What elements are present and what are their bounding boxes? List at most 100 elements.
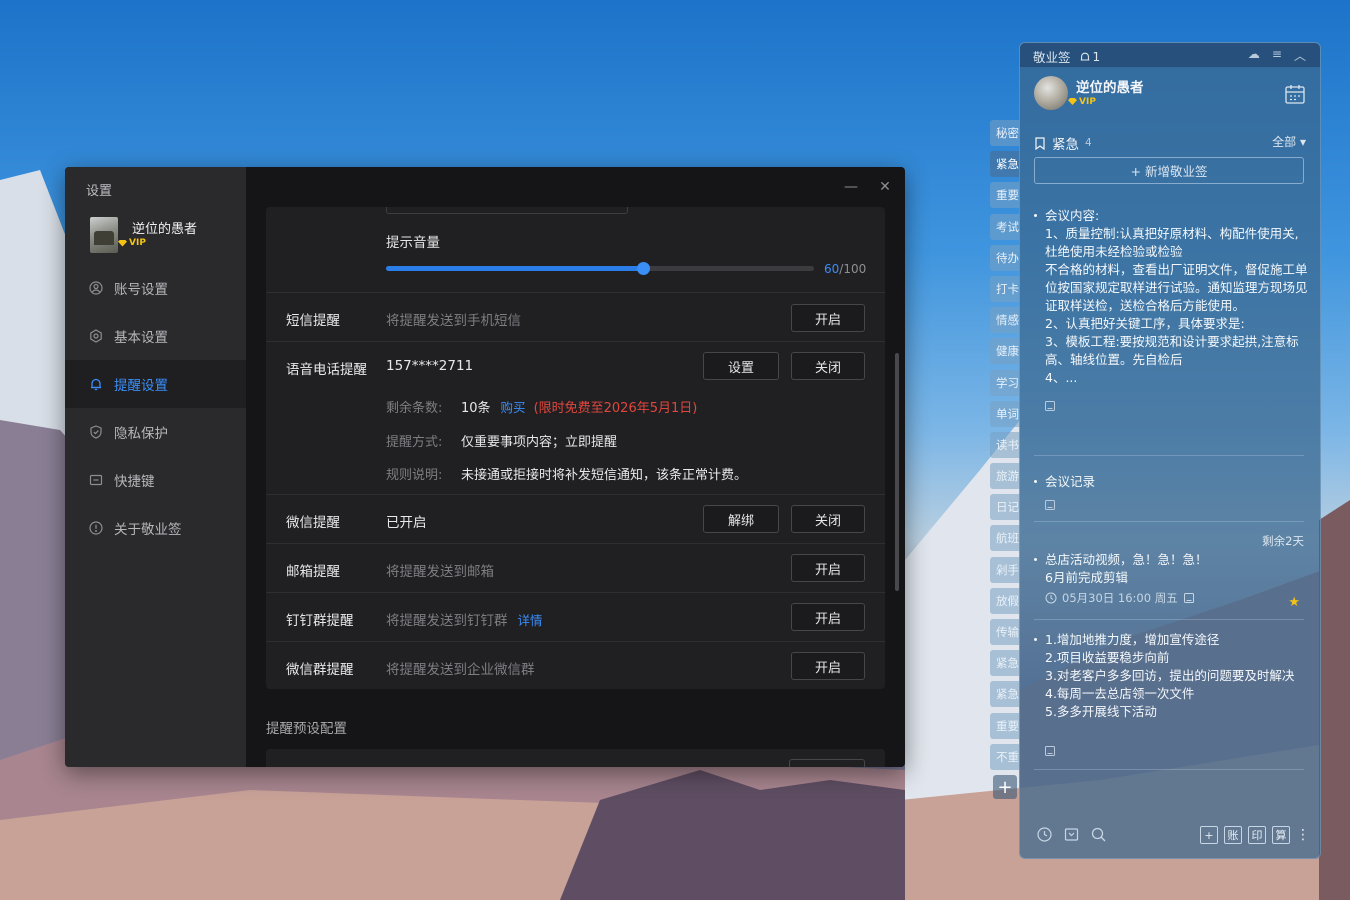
volume-slider-handle[interactable] (636, 262, 650, 275)
cloud-sync-icon[interactable]: ☁ (1248, 47, 1260, 64)
minimize-icon[interactable]: — (843, 179, 859, 195)
category-tab[interactable]: 健康 (990, 338, 1020, 365)
remaining-days: 剩余2天 (1262, 534, 1304, 548)
menu-icon[interactable]: ≡ (1272, 47, 1282, 64)
category-tab[interactable]: 学习 (990, 369, 1020, 396)
category-tab[interactable]: 重要 (990, 182, 1020, 209)
reminder-card: 提示音量 60/100 短信提醒 将提醒发送到手机短信 开启 语音电话提醒 15… (266, 207, 885, 689)
voice-phone: 157****2711 (386, 358, 474, 374)
category-tab[interactable]: 读书 (990, 431, 1020, 458)
category-tab[interactable]: 考试 (990, 213, 1020, 240)
avatar (1034, 76, 1068, 110)
notification-bell[interactable]: 1 (1079, 50, 1100, 64)
category-tab[interactable]: 放假 (990, 587, 1020, 614)
note-item[interactable]: 会议内容: 1、质量控制:认真把好原材料、构配件使用关,杜绝使用未经检验或检验 … (1034, 207, 1310, 433)
widget-user[interactable]: 逆位的愚者 VIP (1034, 76, 1144, 110)
nav-item-about[interactable]: 关于敬业签 (65, 504, 246, 552)
history-icon[interactable] (1036, 826, 1053, 843)
window-controls: — ✕ (843, 179, 893, 195)
category-tab[interactable]: 日记 (990, 494, 1020, 521)
volume-value: 60/100 (824, 262, 867, 276)
more-icon[interactable]: ⋮ (1296, 827, 1310, 843)
volume-slider[interactable] (386, 262, 814, 275)
category-tab[interactable]: 紧急 (990, 151, 1020, 178)
nav-item-reminder[interactable]: 提醒设置 (65, 360, 246, 408)
vip-badge: VIP (118, 238, 197, 248)
sticky-note-widget: 敬业签 1 ☁ ≡ ︿ 逆位的愚者 VIP 紧急 4 全部 ▾ + 新增敬业签 会 (1019, 42, 1321, 859)
category-tab[interactable]: 情感 (990, 307, 1020, 334)
note-item[interactable]: 会议记录 (1034, 473, 1310, 510)
close-icon[interactable]: ✕ (877, 179, 893, 195)
buy-link[interactable]: 购买 (501, 397, 526, 416)
add-category-button[interactable]: + (993, 775, 1017, 799)
wechat-close-button[interactable]: 关闭 (791, 505, 865, 533)
nav-item-account[interactable]: 账号设置 (65, 264, 246, 312)
diamond-icon (1068, 98, 1077, 105)
vip-badge: VIP (1068, 97, 1144, 107)
filter-dropdown[interactable]: 全部 ▾ (1272, 133, 1306, 150)
wecom-row: 微信群提醒 将提醒发送到企业微信群 开启 (266, 641, 885, 689)
search-icon[interactable] (1090, 826, 1107, 843)
wechat-unbind-button[interactable]: 解绑 (703, 505, 779, 533)
sms-desc: 将提醒发送到手机短信 (386, 313, 521, 329)
category-tab[interactable]: 传输 (990, 619, 1020, 645)
category-tab[interactable]: 打卡 (990, 275, 1020, 302)
add-note-button[interactable]: + 新增敬业签 (1034, 157, 1304, 184)
user-profile[interactable]: 逆位的愚者 VIP (90, 217, 197, 253)
dingtalk-details-link[interactable]: 详情 (518, 613, 543, 628)
preset-button[interactable] (789, 759, 865, 767)
sms-label: 短信提醒 (286, 313, 340, 329)
bookmark-icon (1035, 136, 1045, 150)
archive-icon[interactable] (1063, 826, 1080, 843)
scrollbar[interactable] (895, 353, 899, 591)
voice-row: 语音电话提醒 157****2711 设置 关闭 剩余条数: 10条 购买 (限… (266, 341, 885, 495)
email-desc: 将提醒发送到邮箱 (386, 564, 494, 580)
wecom-enable-button[interactable]: 开启 (791, 652, 865, 680)
clock-icon (1045, 592, 1057, 604)
category-tab[interactable]: 剁手 (990, 556, 1020, 583)
nav-item-shortcuts[interactable]: 快捷键 (65, 456, 246, 504)
wecom-label: 微信群提醒 (286, 662, 354, 678)
calendar-icon[interactable] (1284, 83, 1306, 105)
voice-settings-button[interactable]: 设置 (703, 352, 779, 380)
print-tool-button[interactable]: 印 (1248, 826, 1266, 844)
bell-icon (89, 377, 103, 391)
gear-icon (89, 329, 103, 343)
current-category[interactable]: 紧急 4 (1034, 133, 1092, 153)
note-item[interactable]: 总店活动视频，急！急！急！ 6月前完成剪辑 05月30日 16:00 周五 (1034, 551, 1310, 606)
category-tab[interactable]: 紧急 (990, 650, 1020, 677)
collapse-icon[interactable]: ︿ (1294, 47, 1306, 64)
volume-label: 提示音量 (386, 235, 440, 251)
category-tab[interactable]: 旅游 (990, 463, 1020, 490)
username: 逆位的愚者 (1076, 79, 1144, 96)
category-tab[interactable]: 单词 (990, 400, 1020, 427)
category-tab[interactable]: 不重 (990, 743, 1020, 770)
sound-select[interactable] (386, 207, 628, 214)
category-tab[interactable]: 紧急 (990, 681, 1020, 708)
preset-section-title: 提醒预设配置 (266, 721, 347, 737)
category-tab[interactable]: 重要 (990, 712, 1020, 739)
star-icon[interactable]: ★ (1288, 595, 1300, 610)
wechat-status: 已开启 (386, 515, 427, 531)
category-tab[interactable]: 秘密 (990, 120, 1020, 146)
nav-item-basic[interactable]: 基本设置 (65, 312, 246, 360)
app-name: 敬业签 (1033, 50, 1071, 65)
note-item[interactable]: 1.增加地推力度，增加宣传途径 2.项目收益要稳步向前 3.对老客户多多回访，提… (1034, 631, 1310, 756)
info-icon (89, 521, 103, 535)
widget-title-bar: 敬业签 1 ☁ ≡ ︿ (1020, 43, 1320, 67)
nav-item-privacy[interactable]: 隐私保护 (65, 408, 246, 456)
calculator-tool-button[interactable]: 算 (1272, 826, 1290, 844)
voice-close-button[interactable]: 关闭 (791, 352, 865, 380)
email-enable-button[interactable]: 开启 (791, 554, 865, 582)
add-tool-button[interactable]: + (1200, 826, 1218, 844)
category-tab[interactable]: 航班 (990, 525, 1020, 552)
attachment-icon (1045, 401, 1055, 411)
settings-content: — ✕ 提示音量 60/100 短信提醒 将提醒发送到手机短信 开启 语音电话提… (246, 167, 905, 767)
category-tab[interactable]: 待办 (990, 244, 1020, 271)
widget-toolbar: + 账 印 算 ⋮ (1020, 814, 1320, 858)
ledger-tool-button[interactable]: 账 (1224, 826, 1242, 844)
wechat-label: 微信提醒 (286, 515, 340, 531)
voice-rule: 规则说明: 未接通或拒接时将补发短信通知，该条正常计费。 (386, 468, 748, 483)
sms-enable-button[interactable]: 开启 (791, 304, 865, 332)
dingtalk-enable-button[interactable]: 开启 (791, 603, 865, 631)
